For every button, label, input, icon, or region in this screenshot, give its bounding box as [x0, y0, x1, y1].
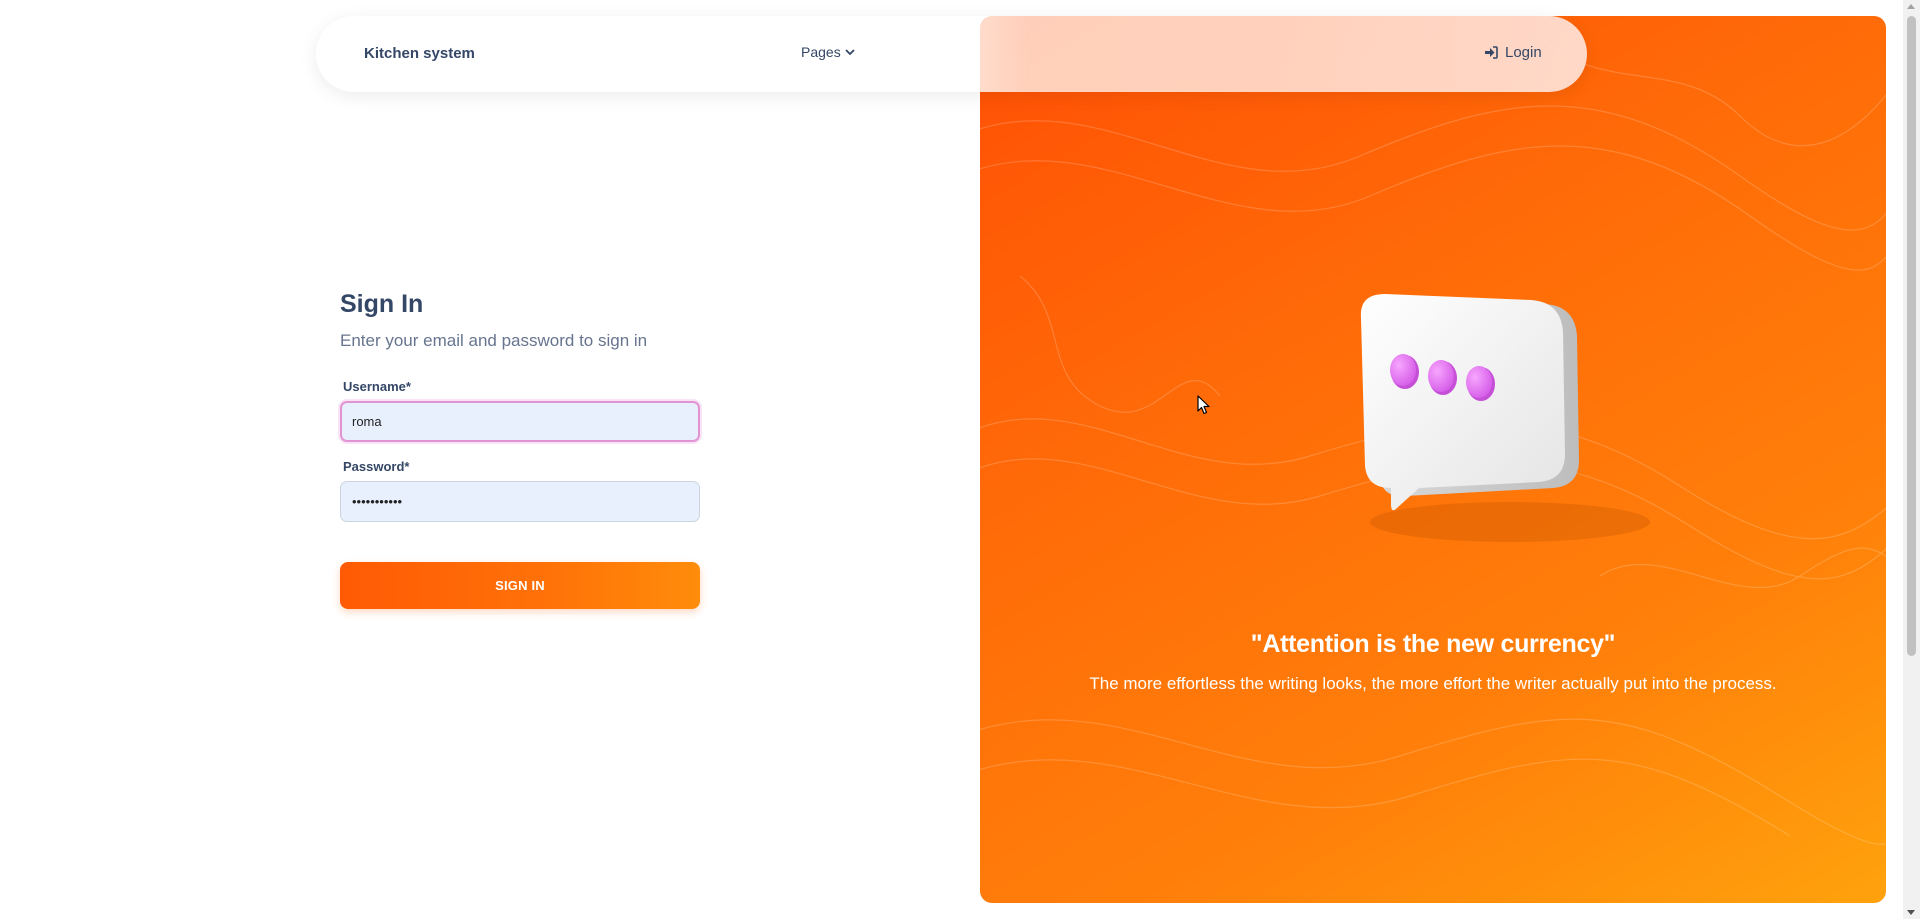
- sign-in-button[interactable]: SIGN IN: [340, 562, 700, 609]
- signin-subtitle: Enter your email and password to sign in: [340, 331, 648, 350]
- password-input[interactable]: [340, 481, 700, 522]
- signin-form: Sign In Enter your email and password to…: [340, 290, 700, 609]
- pages-label: Pages: [801, 44, 841, 60]
- username-input[interactable]: [340, 401, 700, 442]
- mouse-cursor-icon: [1197, 395, 1210, 415]
- hero-quote: "Attention is the new currency": [1250, 630, 1616, 658]
- vertical-scrollbar[interactable]: [1903, 0, 1920, 919]
- scroll-up-arrow-icon[interactable]: [1907, 4, 1915, 9]
- hero-text: The more effortless the writing looks, t…: [1089, 674, 1777, 693]
- chat-bubble-icon: [1295, 290, 1675, 560]
- scrollbar-thumb[interactable]: [1907, 16, 1916, 656]
- login-label: Login: [1505, 44, 1542, 61]
- chevron-down-icon: [845, 49, 855, 56]
- login-link[interactable]: Login: [1484, 44, 1542, 61]
- navbar: Kitchen system Pages Login: [316, 16, 1587, 92]
- sign-in-icon: [1485, 46, 1498, 59]
- username-label: Username*: [343, 379, 411, 394]
- password-label: Password*: [343, 459, 410, 474]
- pages-dropdown[interactable]: Pages: [801, 44, 855, 60]
- scroll-down-arrow-icon[interactable]: [1907, 910, 1915, 915]
- brand-link[interactable]: Kitchen system: [364, 45, 475, 62]
- page-title: Sign In: [340, 290, 424, 318]
